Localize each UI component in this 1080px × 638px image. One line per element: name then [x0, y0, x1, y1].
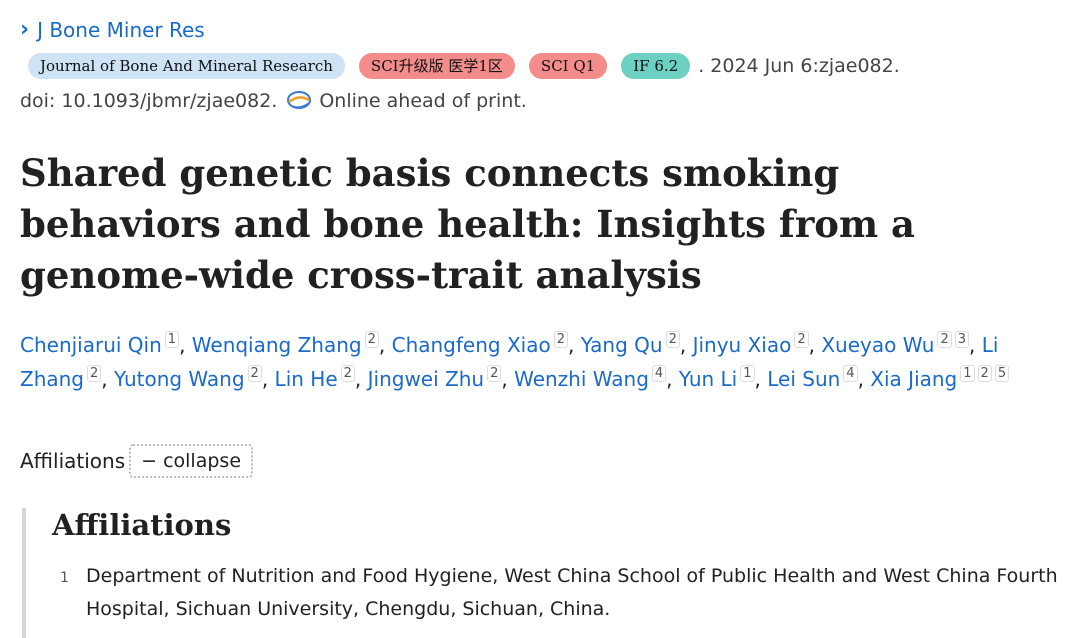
affiliation-ref[interactable]: 2 — [794, 331, 809, 348]
affiliation-ref[interactable]: 1 — [960, 365, 975, 382]
affiliations-label: Affiliations — [20, 449, 126, 473]
affiliation-ref[interactable]: 2 — [364, 331, 379, 348]
sci-rank-badge[interactable]: SCI升级版 医学1区 — [358, 53, 515, 79]
affiliations-panel: Affiliations 1 Department of Nutrition a… — [22, 508, 1066, 638]
impact-factor-badge[interactable]: IF 6.2 — [621, 53, 691, 79]
author-name-link[interactable]: Jinyu Xiao — [693, 333, 792, 357]
author-name-link[interactable]: Yun Li — [679, 367, 737, 391]
doi-line: doi: 10.1093/jbmr/zjae082. Online ahead … — [20, 90, 527, 112]
author-item: Yang Qu 2 — [581, 331, 680, 357]
affiliations-toggle-row: Affiliations − collapse — [20, 444, 254, 478]
affiliation-ref[interactable]: 2 — [340, 365, 355, 382]
author-item: Wenzhi Wang 4 — [514, 365, 667, 391]
author-name-link[interactable]: Chenjiarui Qin — [20, 333, 162, 357]
author-item: Chenjiarui Qin 1 — [20, 331, 180, 357]
author-name-link[interactable]: Wenqiang Zhang — [192, 333, 362, 357]
journal-link-label: J Bone Miner Res — [37, 18, 205, 42]
affiliation-ref[interactable]: 2 — [937, 331, 952, 348]
author-name-link[interactable]: Lin He — [275, 367, 338, 391]
online-ahead-icon — [285, 90, 313, 112]
author-item: Jinyu Xiao 2 — [693, 331, 809, 357]
author-item: Changfeng Xiao 2 — [392, 331, 568, 357]
affiliation-ref[interactable]: 1 — [740, 365, 755, 382]
affiliation-ref[interactable]: 2 — [977, 365, 992, 382]
author-name-link[interactable]: Changfeng Xiao — [392, 333, 551, 357]
affiliation-ref[interactable]: 4 — [843, 365, 858, 382]
sci-quartile-badge[interactable]: SCI Q1 — [528, 53, 608, 79]
journal-link[interactable]: › J Bone Miner Res — [20, 18, 205, 42]
affiliation-number: 1 — [60, 570, 69, 586]
author-list: Chenjiarui Qin 1, Wenqiang Zhang 2, Changf… — [20, 328, 1060, 396]
author-item: Xia Jiang 1 2 5 — [870, 365, 1010, 391]
collapse-button[interactable]: − collapse — [129, 444, 254, 478]
article-title: Shared genetic basis connects smoking be… — [20, 151, 915, 297]
affiliation-ref[interactable]: 2 — [87, 365, 102, 382]
affiliation-ref[interactable]: 2 — [553, 331, 568, 348]
author-item: Yun Li 1 — [679, 365, 755, 391]
author-name-link[interactable]: Xueyao Wu — [821, 333, 934, 357]
affiliation-ref[interactable]: 2 — [665, 331, 680, 348]
affiliation-ref[interactable]: 1 — [164, 331, 180, 348]
affiliation-ref[interactable]: 4 — [651, 365, 667, 382]
affiliation-ref[interactable]: 2 — [487, 365, 502, 382]
affiliations-heading: Affiliations — [52, 508, 232, 542]
online-status-text: Online ahead of print. — [319, 90, 527, 112]
publication-date: . 2024 Jun 6:zjae082. — [698, 55, 900, 77]
author-name-link[interactable]: Jingwei Zhu — [368, 367, 484, 391]
affiliation-text: Department of Nutrition and Food Hygiene… — [86, 565, 1058, 620]
chevron-right-icon: › — [20, 17, 30, 42]
author-name-link[interactable]: Wenzhi Wang — [514, 367, 649, 391]
author-name-link[interactable]: Yutong Wang — [114, 367, 245, 391]
affiliation-ref[interactable]: 2 — [247, 365, 262, 382]
author-name-link[interactable]: Xia Jiang — [870, 367, 957, 391]
author-item: Xueyao Wu 2 3 — [821, 331, 969, 357]
journal-name-badge[interactable]: Journal of Bone And Mineral Research — [28, 53, 345, 79]
affiliation-ref[interactable]: 3 — [954, 331, 969, 348]
author-item: Yutong Wang 2 — [114, 365, 262, 391]
affiliation-item: 1 Department of Nutrition and Food Hygie… — [60, 560, 1060, 626]
doi-text: doi: 10.1093/jbmr/zjae082. — [20, 90, 278, 112]
author-item: Lin He 2 — [275, 365, 355, 391]
author-item: Lei Sun 4 — [767, 365, 858, 391]
author-item: Wenqiang Zhang 2 — [192, 331, 379, 357]
author-name-link[interactable]: Yang Qu — [581, 333, 663, 357]
author-item: Jingwei Zhu 2 — [368, 365, 502, 391]
journal-badges: Journal of Bone And Mineral Research SCI… — [28, 53, 900, 79]
affiliation-ref[interactable]: 5 — [994, 365, 1010, 382]
author-name-link[interactable]: Lei Sun — [767, 367, 840, 391]
